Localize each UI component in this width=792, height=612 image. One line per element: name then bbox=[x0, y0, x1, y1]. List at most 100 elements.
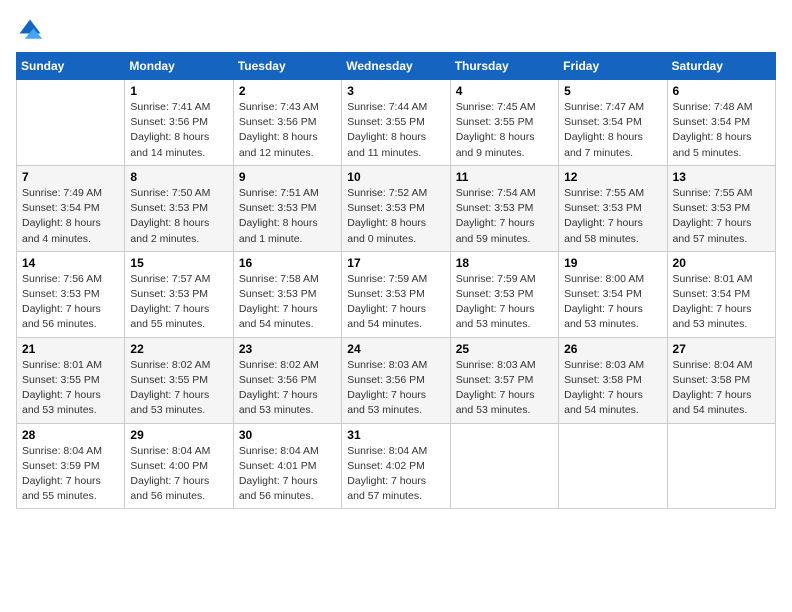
day-number: 7 bbox=[22, 170, 119, 184]
calendar-body: 1Sunrise: 7:41 AMSunset: 3:56 PMDaylight… bbox=[17, 80, 776, 509]
week-row-5: 28Sunrise: 8:04 AMSunset: 3:59 PMDayligh… bbox=[17, 423, 776, 509]
weekday-thursday: Thursday bbox=[450, 53, 558, 80]
day-cell: 21 Sunrise: 8:01 AMSunset: 3:55 PMDayligh… bbox=[17, 337, 125, 423]
calendar-table: SundayMondayTuesdayWednesdayThursdayFrid… bbox=[16, 52, 776, 509]
day-info: Sunrise: 7:55 AMSunset: 3:53 PMDaylight:… bbox=[673, 186, 770, 247]
day-number: 12 bbox=[564, 170, 661, 184]
day-number: 3 bbox=[347, 84, 444, 98]
day-number: 21 bbox=[22, 342, 119, 356]
day-info: Sunrise: 8:04 AMSunset: 4:02 PMDaylight:… bbox=[347, 444, 444, 505]
day-info: Sunrise: 7:49 AMSunset: 3:54 PMDaylight:… bbox=[22, 186, 119, 247]
weekday-sunday: Sunday bbox=[17, 53, 125, 80]
weekday-tuesday: Tuesday bbox=[233, 53, 341, 80]
day-info: Sunrise: 7:44 AMSunset: 3:55 PMDaylight:… bbox=[347, 100, 444, 161]
day-number: 10 bbox=[347, 170, 444, 184]
day-number: 6 bbox=[673, 84, 770, 98]
day-cell: 17 Sunrise: 7:59 AMSunset: 3:53 PMDayligh… bbox=[342, 251, 450, 337]
day-cell: 19Sunrise: 8:00 AMSunset: 3:54 PMDayligh… bbox=[559, 251, 667, 337]
day-number: 16 bbox=[239, 256, 336, 270]
day-number: 30 bbox=[239, 428, 336, 442]
day-cell: 1Sunrise: 7:41 AMSunset: 3:56 PMDaylight… bbox=[125, 80, 233, 166]
day-number: 27 bbox=[673, 342, 770, 356]
week-row-2: 7 Sunrise: 7:49 AMSunset: 3:54 PMDaylight… bbox=[17, 165, 776, 251]
day-info: Sunrise: 8:01 AMSunset: 3:55 PMDaylight:… bbox=[22, 358, 119, 419]
day-info: Sunrise: 8:01 AMSunset: 3:54 PMDaylight:… bbox=[673, 272, 770, 333]
day-info: Sunrise: 7:41 AMSunset: 3:56 PMDaylight:… bbox=[130, 100, 227, 161]
day-info: Sunrise: 7:55 AMSunset: 3:53 PMDaylight:… bbox=[564, 186, 661, 247]
day-cell: 14Sunrise: 7:56 AMSunset: 3:53 PMDayligh… bbox=[17, 251, 125, 337]
day-number: 29 bbox=[130, 428, 227, 442]
day-cell bbox=[450, 423, 558, 509]
day-info: Sunrise: 7:45 AMSunset: 3:55 PMDaylight:… bbox=[456, 100, 553, 161]
day-cell: 30 Sunrise: 8:04 AMSunset: 4:01 PMDayligh… bbox=[233, 423, 341, 509]
day-number: 18 bbox=[456, 256, 553, 270]
day-cell: 29 Sunrise: 8:04 AMSunset: 4:00 PMDayligh… bbox=[125, 423, 233, 509]
day-number: 26 bbox=[564, 342, 661, 356]
day-info: Sunrise: 7:59 AMSunset: 3:53 PMDaylight:… bbox=[456, 272, 553, 333]
weekday-monday: Monday bbox=[125, 53, 233, 80]
day-cell: 12 Sunrise: 7:55 AMSunset: 3:53 PMDayligh… bbox=[559, 165, 667, 251]
day-info: Sunrise: 8:04 AMSunset: 3:59 PMDaylight:… bbox=[22, 444, 119, 505]
weekday-saturday: Saturday bbox=[667, 53, 775, 80]
day-cell: 18 Sunrise: 7:59 AMSunset: 3:53 PMDayligh… bbox=[450, 251, 558, 337]
day-cell bbox=[559, 423, 667, 509]
day-number: 31 bbox=[347, 428, 444, 442]
day-info: Sunrise: 7:47 AMSunset: 3:54 PMDaylight:… bbox=[564, 100, 661, 161]
day-cell: 31 Sunrise: 8:04 AMSunset: 4:02 PMDayligh… bbox=[342, 423, 450, 509]
day-number: 5 bbox=[564, 84, 661, 98]
day-cell: 15Sunrise: 7:57 AMSunset: 3:53 PMDayligh… bbox=[125, 251, 233, 337]
logo-icon bbox=[16, 16, 44, 44]
day-info: Sunrise: 8:03 AMSunset: 3:57 PMDaylight:… bbox=[456, 358, 553, 419]
day-cell: 5 Sunrise: 7:47 AMSunset: 3:54 PMDaylight… bbox=[559, 80, 667, 166]
day-info: Sunrise: 7:54 AMSunset: 3:53 PMDaylight:… bbox=[456, 186, 553, 247]
day-number: 2 bbox=[239, 84, 336, 98]
week-row-1: 1Sunrise: 7:41 AMSunset: 3:56 PMDaylight… bbox=[17, 80, 776, 166]
day-cell: 10 Sunrise: 7:52 AMSunset: 3:53 PMDayligh… bbox=[342, 165, 450, 251]
weekday-wednesday: Wednesday bbox=[342, 53, 450, 80]
day-number: 9 bbox=[239, 170, 336, 184]
day-cell: 24Sunrise: 8:03 AMSunset: 3:56 PMDayligh… bbox=[342, 337, 450, 423]
weekday-friday: Friday bbox=[559, 53, 667, 80]
week-row-4: 21 Sunrise: 8:01 AMSunset: 3:55 PMDayligh… bbox=[17, 337, 776, 423]
day-number: 13 bbox=[673, 170, 770, 184]
day-info: Sunrise: 7:59 AMSunset: 3:53 PMDaylight:… bbox=[347, 272, 444, 333]
day-info: Sunrise: 8:03 AMSunset: 3:58 PMDaylight:… bbox=[564, 358, 661, 419]
day-cell: 20 Sunrise: 8:01 AMSunset: 3:54 PMDayligh… bbox=[667, 251, 775, 337]
day-cell: 4 Sunrise: 7:45 AMSunset: 3:55 PMDaylight… bbox=[450, 80, 558, 166]
day-cell: 3 Sunrise: 7:44 AMSunset: 3:55 PMDaylight… bbox=[342, 80, 450, 166]
day-cell: 28Sunrise: 8:04 AMSunset: 3:59 PMDayligh… bbox=[17, 423, 125, 509]
day-info: Sunrise: 7:51 AMSunset: 3:53 PMDaylight:… bbox=[239, 186, 336, 247]
day-info: Sunrise: 7:50 AMSunset: 3:53 PMDaylight:… bbox=[130, 186, 227, 247]
day-info: Sunrise: 8:02 AMSunset: 3:56 PMDaylight:… bbox=[239, 358, 336, 419]
day-number: 20 bbox=[673, 256, 770, 270]
day-info: Sunrise: 7:57 AMSunset: 3:53 PMDaylight:… bbox=[130, 272, 227, 333]
day-info: Sunrise: 8:03 AMSunset: 3:56 PMDaylight:… bbox=[347, 358, 444, 419]
day-cell: 25 Sunrise: 8:03 AMSunset: 3:57 PMDayligh… bbox=[450, 337, 558, 423]
day-info: Sunrise: 8:04 AMSunset: 4:00 PMDaylight:… bbox=[130, 444, 227, 505]
day-number: 22 bbox=[130, 342, 227, 356]
weekday-header-row: SundayMondayTuesdayWednesdayThursdayFrid… bbox=[17, 53, 776, 80]
day-info: Sunrise: 8:04 AMSunset: 4:01 PMDaylight:… bbox=[239, 444, 336, 505]
day-info: Sunrise: 7:52 AMSunset: 3:53 PMDaylight:… bbox=[347, 186, 444, 247]
day-cell: 7 Sunrise: 7:49 AMSunset: 3:54 PMDaylight… bbox=[17, 165, 125, 251]
day-number: 14 bbox=[22, 256, 119, 270]
day-number: 17 bbox=[347, 256, 444, 270]
day-cell: 13 Sunrise: 7:55 AMSunset: 3:53 PMDayligh… bbox=[667, 165, 775, 251]
day-info: Sunrise: 8:02 AMSunset: 3:55 PMDaylight:… bbox=[130, 358, 227, 419]
day-info: Sunrise: 7:58 AMSunset: 3:53 PMDaylight:… bbox=[239, 272, 336, 333]
day-number: 25 bbox=[456, 342, 553, 356]
day-cell: 2Sunrise: 7:43 AMSunset: 3:56 PMDaylight… bbox=[233, 80, 341, 166]
day-cell: 11 Sunrise: 7:54 AMSunset: 3:53 PMDayligh… bbox=[450, 165, 558, 251]
day-cell: 26 Sunrise: 8:03 AMSunset: 3:58 PMDayligh… bbox=[559, 337, 667, 423]
page-header bbox=[16, 16, 776, 44]
day-cell: 22 Sunrise: 8:02 AMSunset: 3:55 PMDayligh… bbox=[125, 337, 233, 423]
day-cell: 27Sunrise: 8:04 AMSunset: 3:58 PMDayligh… bbox=[667, 337, 775, 423]
day-number: 4 bbox=[456, 84, 553, 98]
day-number: 19 bbox=[564, 256, 661, 270]
day-number: 23 bbox=[239, 342, 336, 356]
day-cell: 16 Sunrise: 7:58 AMSunset: 3:53 PMDayligh… bbox=[233, 251, 341, 337]
day-number: 11 bbox=[456, 170, 553, 184]
week-row-3: 14Sunrise: 7:56 AMSunset: 3:53 PMDayligh… bbox=[17, 251, 776, 337]
logo bbox=[16, 16, 48, 44]
day-info: Sunrise: 7:48 AMSunset: 3:54 PMDaylight:… bbox=[673, 100, 770, 161]
